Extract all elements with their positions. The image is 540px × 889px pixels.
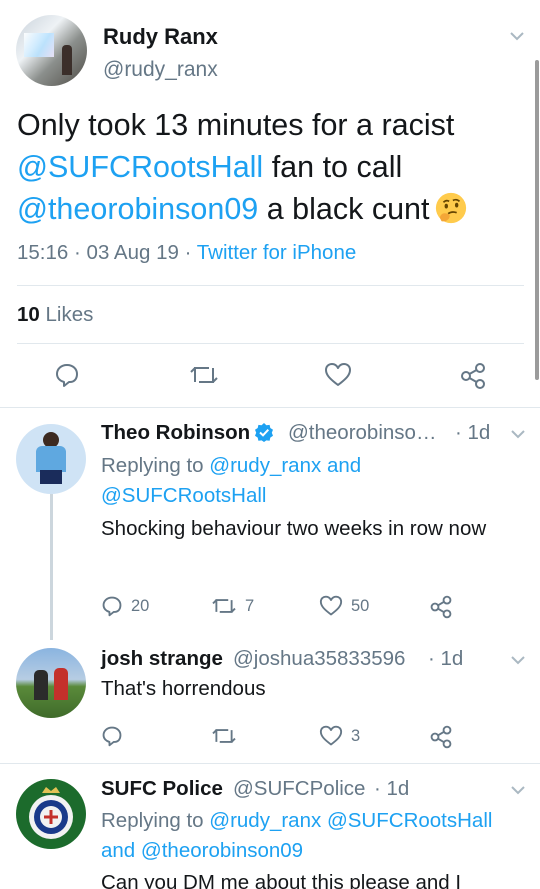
like-button[interactable]: 50 [319,595,369,617]
like-button[interactable]: 3 [319,725,360,747]
like-count: 50 [351,596,370,615]
reply-age: · 1d [374,777,410,800]
mention-link[interactable]: @rudy_ranx [209,809,321,832]
retweet-icon [190,367,218,383]
tweet-source-link[interactable]: Twitter for iPhone [197,241,357,264]
avatar[interactable] [16,779,86,849]
share-icon [430,725,452,749]
likes-count: 10 [17,303,40,326]
avatar[interactable] [16,424,86,494]
like-button[interactable] [324,362,352,388]
thread-line [50,494,53,640]
replying-to-label: Replying to [101,454,204,477]
avatar[interactable] [16,648,86,718]
share-button[interactable] [429,595,453,619]
reply-author-name-text: Theo Robinson [101,421,251,444]
verified-icon [255,423,274,442]
author-name[interactable]: Rudy Ranx [103,24,218,50]
tweet-text-part: Only took 13 minutes for a racist [17,108,455,142]
share-button[interactable] [429,725,453,749]
mention-link[interactable]: @theorobinson09 [141,839,303,862]
scrollbar[interactable] [535,60,539,380]
reply-button[interactable] [101,725,131,747]
tweet-text-part: a black cunt [258,192,430,226]
replying-to-join: and [101,839,136,862]
reply-text: That's horrendous [101,677,266,700]
retweet-count: 7 [245,596,255,615]
retweet-button[interactable]: 7 [211,595,254,617]
avatar[interactable] [16,15,87,86]
reply-author-name[interactable]: SUFC Police [101,777,223,801]
reply-text: Shocking behaviour two weeks in row now [101,517,487,540]
reply-author-name[interactable]: josh strange [101,647,223,671]
divider [0,407,540,408]
replying-to-join: and [326,454,362,477]
like-icon [325,363,351,386]
thinking-face-emoji [435,192,466,224]
police-badge-icon [29,787,73,839]
reply-text: Can you DM me about this please and I [101,871,462,889]
retweet-button[interactable] [211,725,245,747]
like-icon [319,595,343,616]
tweet-meta: 15:16 · 03 Aug 19 · Twitter for iPhone [17,241,357,264]
replying-to: Replying to @rudy_ranx and @SUFCRootsHal… [101,451,521,511]
mention-link[interactable]: @SUFCRootsHall [101,484,266,507]
retweet-icon [212,729,236,743]
tweet-text-part: fan to call [263,150,403,184]
mention-link[interactable]: @SUFCRootsHall [17,150,263,184]
share-button[interactable] [459,362,487,390]
main-tweet: Rudy Ranx @rudy_ranx Only took 13 minute… [0,0,540,408]
tweet-text: Only took 13 minutes for a racist @SUFCR… [17,104,527,230]
likes-summary[interactable]: 10 Likes [17,303,93,327]
tweet-date: 03 Aug 19 [86,241,179,264]
author-handle[interactable]: @rudy_ranx [103,58,218,82]
tweet-time: 15:16 [17,241,69,264]
reply-age: · 1d [428,647,464,670]
likes-label: Likes [45,303,94,326]
mention-link[interactable]: @SUFCRootsHall [327,809,492,832]
reply-icon [102,596,122,617]
reply-button[interactable]: 20 [101,595,149,617]
like-icon [319,725,343,746]
reply-age: · 1d [455,421,491,444]
mention-link[interactable]: @theorobinson09 [17,192,258,226]
replying-to-label: Replying to [101,809,204,832]
chevron-down-icon[interactable] [509,783,527,797]
divider [17,343,524,344]
reply-count: 20 [131,596,150,615]
retweet-icon [212,599,236,613]
reply-icon [56,364,78,387]
chevron-down-icon[interactable] [509,427,527,441]
reply-author-handle[interactable]: @SUFCPolice [233,777,365,801]
chevron-down-icon[interactable] [509,653,527,667]
divider [17,285,524,286]
reply-author-name[interactable]: Theo Robinson [101,421,274,445]
reply-icon [102,726,122,747]
divider [0,763,540,764]
chevron-down-icon[interactable] [508,29,526,43]
reply-author-handle[interactable]: @joshua35833596 [233,647,405,671]
retweet-button[interactable] [189,362,219,388]
mention-link[interactable]: @rudy_ranx [209,454,321,477]
reply-button[interactable] [54,362,80,388]
replying-to: Replying to @rudy_ranx @SUFCRootsHall an… [101,806,531,866]
like-count: 3 [351,726,361,745]
share-icon [461,363,485,389]
share-icon [430,595,452,619]
reply-author-handle[interactable]: @theorobinso… [288,421,436,445]
